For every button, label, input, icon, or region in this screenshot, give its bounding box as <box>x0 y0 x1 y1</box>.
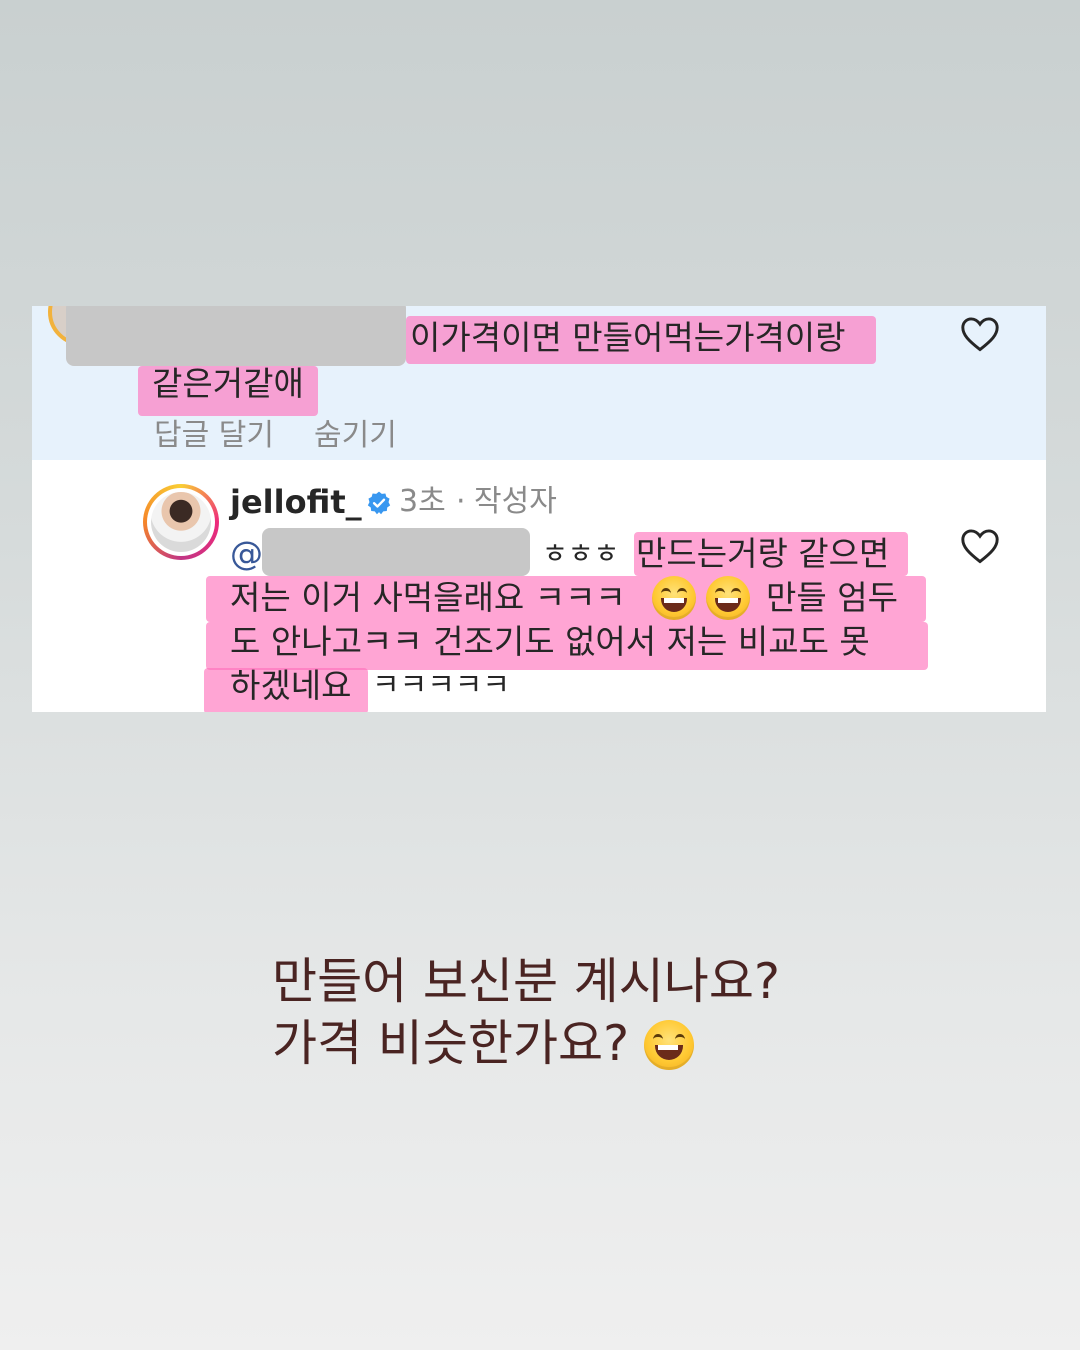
heart-icon[interactable] <box>960 316 1000 352</box>
separator-dot: · <box>456 484 466 519</box>
avatar[interactable] <box>143 484 219 560</box>
reply-button[interactable]: 답글 달기 <box>154 416 274 456</box>
timestamp: 3초 <box>399 484 446 519</box>
parent-comment-card: 이가격이면 만들어먹는가격이랑 같은거같애 답글 달기 숨기기 <box>32 306 1046 460</box>
caption-line1: 만들어 보신분 계시나요? <box>272 953 780 1010</box>
author-badge: 작성자 <box>474 484 557 519</box>
mention[interactable]: @ <box>230 534 263 574</box>
reply-line4-a: 하겠네요 <box>230 666 352 705</box>
reply-line3: 도 안나고ㅋㅋ 건조기도 없어서 저는 비교도 못 <box>230 622 870 661</box>
username[interactable]: jellofit_ <box>230 482 362 522</box>
caption-line2: 가격 비슷한가요? <box>272 1015 630 1072</box>
heart-icon[interactable] <box>960 528 1000 564</box>
verified-badge-icon <box>367 491 391 515</box>
reply-line2-a: 저는 이거 사먹을래요 ㅋㅋㅋ <box>230 578 626 617</box>
reply-line4-b: ㅋㅋㅋㅋㅋ <box>372 668 510 703</box>
redacted-username <box>66 306 406 366</box>
parent-comment-line1: 이가격이면 만들어먹는가격이랑 <box>410 318 846 357</box>
reply-comment-card: jellofit_ 3초 · 작성자 @ ㅎㅎㅎ 만드는거랑 같으면 저는 이거… <box>32 460 1046 712</box>
hide-button[interactable]: 숨기기 <box>314 416 397 456</box>
parent-comment-line2: 같은거같애 <box>152 364 304 403</box>
avatar-photo <box>151 492 211 552</box>
grinning-squinting-face-emoji <box>706 576 750 620</box>
reply-line1-prefix: ㅎㅎㅎ <box>542 537 620 570</box>
grinning-squinting-face-emoji <box>644 1020 694 1070</box>
reply-line1-highlight: 만드는거랑 같으면 <box>636 534 890 573</box>
grinning-squinting-face-emoji <box>652 576 696 620</box>
reply-line2-b: 만들 엄두 <box>766 578 898 617</box>
redacted-mention <box>262 528 530 576</box>
